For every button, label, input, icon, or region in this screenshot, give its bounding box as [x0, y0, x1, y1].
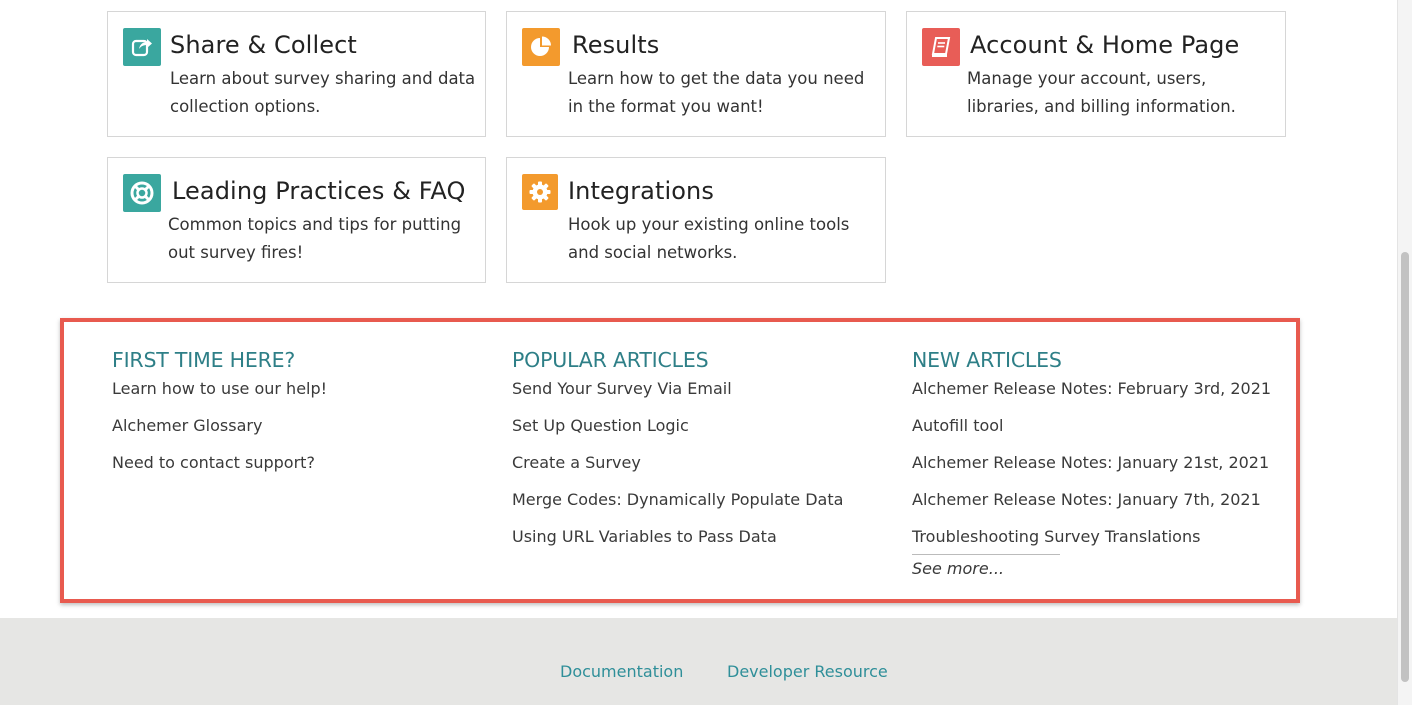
- share-icon: [123, 28, 161, 66]
- see-more-link[interactable]: See more...: [912, 559, 1271, 578]
- popular-article-link[interactable]: Set Up Question Logic: [512, 416, 843, 436]
- article-links-section: FIRST TIME HERE? Learn how to use our he…: [60, 318, 1300, 603]
- new-articles-heading: NEW ARTICLES: [912, 348, 1062, 372]
- first-time-link[interactable]: Alchemer Glossary: [112, 416, 327, 436]
- new-article-link[interactable]: Troubleshooting Survey Translations: [912, 527, 1271, 547]
- scrollbar-thumb[interactable]: [1401, 252, 1409, 682]
- book-icon: [922, 28, 960, 66]
- first-time-heading: FIRST TIME HERE?: [112, 348, 296, 372]
- card-description: Hook up your existing online tools and s…: [568, 215, 850, 262]
- documentation-link[interactable]: Documentation: [560, 662, 683, 681]
- developer-resource-link[interactable]: Developer Resource: [727, 662, 888, 681]
- card-account-home-page[interactable]: Account & Home Page Manage your account,…: [906, 11, 1286, 137]
- popular-article-link[interactable]: Merge Codes: Dynamically Populate Data: [512, 490, 843, 510]
- popular-articles-column: POPULAR ARTICLES Send Your Survey Via Em…: [512, 348, 843, 564]
- new-article-link[interactable]: Alchemer Release Notes: February 3rd, 20…: [912, 379, 1271, 399]
- new-article-link[interactable]: Alchemer Release Notes: January 7th, 202…: [912, 490, 1271, 510]
- card-description: Manage your account, users, libraries, a…: [967, 69, 1236, 116]
- card-share-collect[interactable]: Share & Collect Learn about survey shari…: [107, 11, 486, 137]
- footer: Documentation Developer Resource: [0, 618, 1397, 705]
- card-title: Integrations: [568, 177, 714, 205]
- first-time-link[interactable]: Learn how to use our help!: [112, 379, 327, 399]
- popular-article-link[interactable]: Using URL Variables to Pass Data: [512, 527, 843, 547]
- card-description: Learn about survey sharing and data coll…: [170, 69, 476, 116]
- popular-article-link[interactable]: Create a Survey: [512, 453, 843, 473]
- card-title: Leading Practices & FAQ: [172, 177, 466, 205]
- popular-article-link[interactable]: Send Your Survey Via Email: [512, 379, 843, 399]
- first-time-link[interactable]: Need to contact support?: [112, 453, 327, 473]
- card-leading-practices-faq[interactable]: Leading Practices & FAQ Common topics an…: [107, 157, 486, 283]
- new-articles-column: NEW ARTICLES Alchemer Release Notes: Feb…: [912, 348, 1271, 578]
- new-article-link[interactable]: Alchemer Release Notes: January 21st, 20…: [912, 453, 1271, 473]
- new-article-link[interactable]: Autofill tool: [912, 416, 1271, 436]
- life-ring-icon: [123, 174, 161, 212]
- card-integrations[interactable]: Integrations Hook up your existing onlin…: [506, 157, 886, 283]
- see-more-divider: [912, 554, 1060, 555]
- card-title: Results: [572, 31, 660, 59]
- vertical-scrollbar[interactable]: [1397, 0, 1412, 705]
- popular-articles-heading: POPULAR ARTICLES: [512, 348, 709, 372]
- card-description: Learn how to get the data you need in th…: [568, 69, 865, 116]
- first-time-column: FIRST TIME HERE? Learn how to use our he…: [112, 348, 327, 490]
- pie-chart-icon: [522, 28, 560, 66]
- card-title: Account & Home Page: [970, 31, 1240, 59]
- card-description: Common topics and tips for putting out s…: [168, 215, 462, 262]
- gear-icon: [522, 174, 558, 210]
- card-title: Share & Collect: [170, 31, 357, 59]
- card-results[interactable]: Results Learn how to get the data you ne…: [506, 11, 886, 137]
